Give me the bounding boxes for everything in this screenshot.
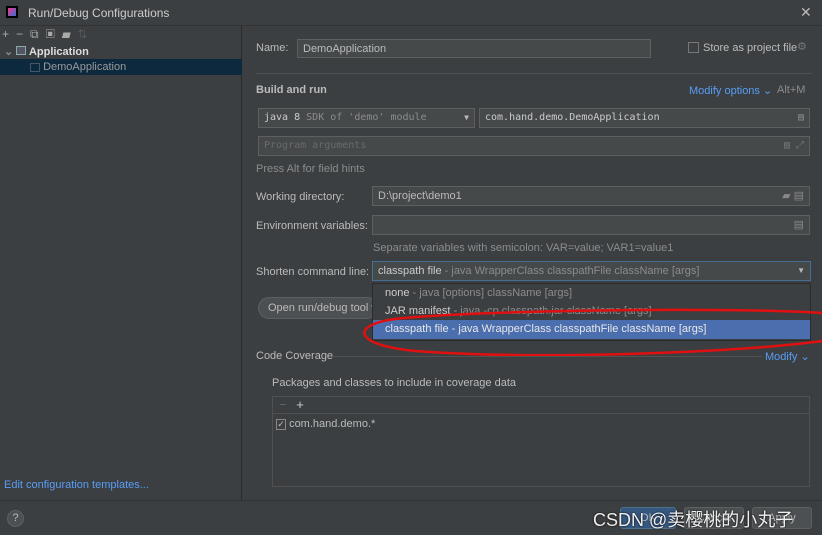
- shorten-select[interactable]: classpath file - java WrapperClass class…: [372, 261, 811, 281]
- edit-templates-link[interactable]: Edit configuration templates...: [4, 479, 149, 491]
- minus-icon[interactable]: −: [16, 27, 30, 41]
- modify-shortcut: Alt+M: [777, 84, 806, 96]
- help-icon[interactable]: ?: [7, 510, 24, 527]
- minus-icon[interactable]: −: [279, 397, 287, 412]
- packages-toolbar: − +: [273, 397, 809, 414]
- shorten-label: Shorten command line:: [256, 266, 370, 278]
- app-icon: [6, 6, 18, 18]
- name-label: Name:: [256, 42, 289, 54]
- chevron-down-icon: ⌄: [4, 46, 14, 58]
- plus-icon[interactable]: +: [2, 27, 16, 41]
- expand-icon[interactable]: ▤ ⤢: [784, 139, 804, 153]
- divider: [332, 356, 762, 357]
- sdk-select[interactable]: java 8 SDK of 'demo' module ▼: [258, 108, 475, 128]
- program-args-input[interactable]: Program arguments ▤ ⤢: [258, 136, 810, 156]
- section-build-run: Build and run: [256, 84, 327, 96]
- bottom-bar: ? OK Cancel Apply CSDN @卖樱桃的小丸子: [0, 500, 822, 535]
- watermark: CSDN @卖樱桃的小丸子: [593, 510, 794, 530]
- dropdown-arrow-icon: ▼: [464, 113, 469, 122]
- env-hint: Separate variables with semicolon: VAR=v…: [373, 242, 674, 254]
- folder-icon[interactable]: ▰ ▤: [782, 189, 804, 203]
- packages-table: − + ✓ com.hand.demo.*: [272, 396, 810, 487]
- modify-coverage-link[interactable]: Modify ⌄: [765, 350, 810, 363]
- env-label: Environment variables:: [256, 220, 368, 232]
- title-bar: Run/Debug Configurations ✕: [0, 0, 822, 26]
- save-icon[interactable]: ▣: [46, 27, 62, 41]
- tree-item-demoapplication[interactable]: DemoApplication: [0, 59, 242, 75]
- modify-options-link[interactable]: Modify options ⌄: [689, 84, 772, 97]
- store-label: Store as project file: [703, 42, 798, 54]
- folder-icon[interactable]: ▰: [62, 27, 78, 41]
- working-dir-label: Working directory:: [256, 191, 345, 203]
- section-code-coverage: Code Coverage: [256, 350, 334, 362]
- close-icon[interactable]: ✕: [800, 4, 812, 21]
- window-title: Run/Debug Configurations: [28, 6, 170, 20]
- main-class-input[interactable]: com.hand.demo.DemoApplication ▤: [479, 108, 810, 128]
- tree-toolbar: +−⧉▣▰⇅: [2, 27, 95, 42]
- left-panel: +−⧉▣▰⇅ ⌄ Application DemoApplication Edi…: [0, 26, 242, 500]
- checkbox-checked-icon[interactable]: ✓: [276, 419, 286, 430]
- field-hint: Press Alt for field hints: [256, 163, 365, 175]
- red-annotation-ellipse: [363, 308, 822, 357]
- application-icon: [16, 46, 27, 55]
- tree-group-application[interactable]: ⌄ Application: [4, 45, 89, 58]
- env-input[interactable]: ▤: [372, 215, 810, 235]
- divider: [256, 73, 812, 74]
- option-none[interactable]: none - java [options] className [args]: [373, 284, 810, 302]
- store-checkbox[interactable]: [688, 42, 699, 53]
- add-icon[interactable]: +: [296, 397, 304, 412]
- working-dir-input[interactable]: D:\project\demo1 ▰ ▤: [372, 186, 810, 206]
- sort-icon[interactable]: ⇅: [78, 27, 95, 41]
- application-icon: [30, 62, 40, 72]
- dropdown-arrow-icon: ▼: [797, 266, 805, 275]
- gear-icon[interactable]: ⚙: [797, 40, 807, 53]
- document-icon[interactable]: ▤: [798, 111, 804, 125]
- document-icon[interactable]: ▤: [794, 218, 804, 232]
- packages-label: Packages and classes to include in cover…: [272, 377, 516, 389]
- package-row[interactable]: ✓ com.hand.demo.*: [273, 414, 809, 434]
- copy-icon[interactable]: ⧉: [30, 27, 46, 41]
- name-input[interactable]: DemoApplication: [297, 39, 651, 58]
